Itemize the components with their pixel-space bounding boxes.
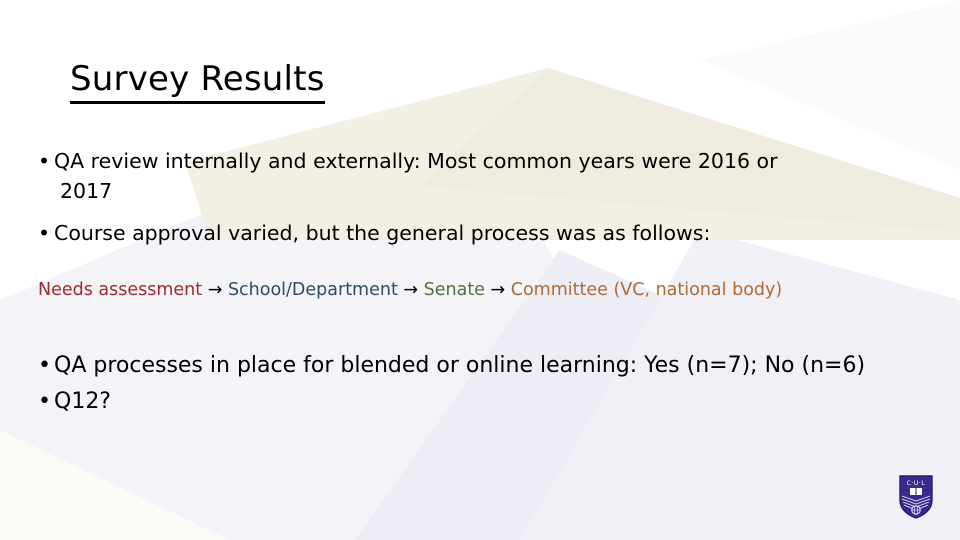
bullet-line: • Course approval varied, but the general…: [38, 218, 928, 248]
list-item: • Course approval varied, but the general…: [38, 218, 928, 248]
pale-corner-bottom-left: [0, 430, 230, 540]
university-crest-logo: C·U·L: [899, 475, 933, 519]
flow-arrow-icon-3: →: [484, 280, 511, 300]
flow-arrow-icon-2: →: [397, 280, 424, 300]
crest-motto-text: C·U·L: [907, 480, 926, 487]
page-title-text: Survey Results: [70, 58, 325, 104]
bullet-text: QA processes in place for blended or onl…: [54, 353, 866, 378]
list-item: • Q12?: [38, 384, 928, 420]
bullet-line: • QA review internally and externally: Mo…: [38, 146, 928, 176]
flow-step-school-department: School/Department: [227, 280, 398, 300]
bullet-list-top: • QA review internally and externally: Mo…: [38, 146, 928, 248]
flow-step-committee: Committee (VC, national body): [510, 280, 783, 300]
flow-step-needs-assessment: Needs assessment: [38, 280, 203, 300]
bullet-marker-icon: •: [38, 221, 51, 245]
list-item: • QA processes in place for blended or on…: [38, 348, 928, 384]
bullet-text: Q12?: [54, 389, 111, 414]
bullet-marker-icon: •: [38, 149, 51, 173]
flow-arrow-icon-1: →: [202, 280, 228, 300]
bullet-list-bottom: • QA processes in place for blended or on…: [38, 348, 928, 420]
pale-corner-top-right: [700, 0, 960, 170]
bullet-marker-icon: •: [38, 353, 51, 378]
bullet-text: Course approval varied, but the general …: [54, 221, 711, 245]
presentation-slide: Survey Results • QA review internally and…: [0, 0, 960, 540]
process-flow-line: Needs assessment → School/Department → S…: [38, 278, 782, 302]
bullet-marker-icon: •: [38, 389, 51, 414]
list-item: • QA review internally and externally: Mo…: [38, 146, 928, 206]
flow-step-senate: Senate: [423, 280, 485, 300]
bullet-text: QA review internally and externally: Mos…: [54, 149, 778, 173]
bullet-text-continued: 2017: [60, 179, 113, 203]
page-title: Survey Results: [70, 58, 325, 104]
crest-globe-icon: [911, 505, 921, 515]
